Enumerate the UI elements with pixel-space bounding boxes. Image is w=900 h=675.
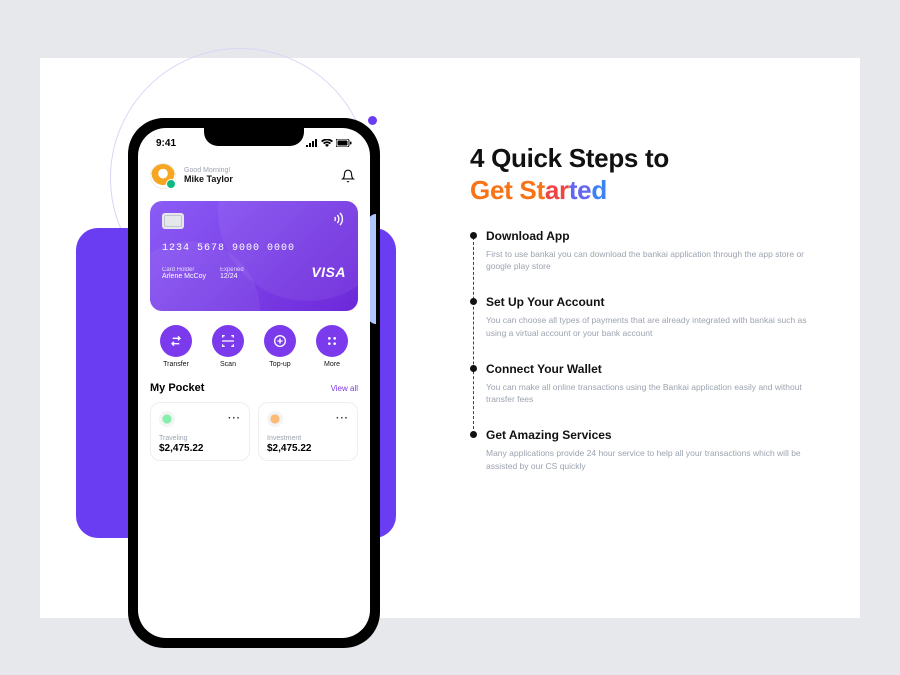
- card-chip-icon: [162, 213, 184, 229]
- card-number: 1234 5678 9000 0000: [162, 243, 346, 254]
- wifi-icon: [321, 139, 333, 147]
- app-header: Good Morning! Mike Taylor: [150, 163, 358, 189]
- pocket-card[interactable]: ··· Traveling $2,475.22: [150, 402, 250, 461]
- quick-actions: Transfer Scan Top-up More: [150, 325, 358, 368]
- step-item: Connect Your Wallet You can make all onl…: [486, 362, 810, 407]
- card-holder-value: Arlene McCoy: [162, 273, 206, 280]
- status-icons: [306, 139, 352, 147]
- cellular-icon: [306, 139, 318, 147]
- transfer-icon: [168, 333, 184, 349]
- landing-section: 9:41 Good Morning! Mike Taylor: [40, 58, 860, 618]
- username-text: Mike Taylor: [184, 174, 233, 184]
- step-item: Download App First to use bankai you can…: [486, 229, 810, 274]
- scan-icon: [220, 333, 236, 349]
- step-body: You can make all online transactions usi…: [486, 381, 810, 407]
- step-body: Many applications provide 24 hour servic…: [486, 447, 810, 473]
- notifications-button[interactable]: [338, 166, 358, 186]
- card-holder: Card Holder Arlene McCoy: [162, 267, 206, 280]
- step-item: Get Amazing Services Many applications p…: [486, 428, 810, 473]
- pocket-title: My Pocket: [150, 382, 204, 394]
- step-title: Get Amazing Services: [486, 428, 810, 442]
- step-title: Connect Your Wallet: [486, 362, 810, 376]
- phone-notch: [204, 128, 304, 146]
- action-more[interactable]: More: [308, 325, 356, 368]
- phone-showcase: 9:41 Good Morning! Mike Taylor: [80, 88, 440, 618]
- pocket-amount: $2,475.22: [159, 443, 241, 454]
- card-expiry-label: Experied: [220, 267, 244, 273]
- battery-icon: [336, 139, 352, 147]
- action-label: Transfer: [152, 361, 200, 368]
- action-label: Scan: [204, 361, 252, 368]
- pocket-icon: [159, 411, 175, 427]
- avatar[interactable]: [150, 163, 176, 189]
- pocket-more-button[interactable]: ···: [228, 413, 241, 424]
- action-label: Top-up: [256, 361, 304, 368]
- step-body: First to use bankai you can download the…: [486, 248, 810, 274]
- topup-icon: [272, 333, 288, 349]
- more-icon: [324, 333, 340, 349]
- step-item: Set Up Your Account You can choose all t…: [486, 295, 810, 340]
- greeting-text: Good Morning!: [184, 167, 233, 174]
- credit-card[interactable]: 1234 5678 9000 0000 Card Holder Arlene M…: [150, 201, 358, 311]
- title-line1: 4 Quick Steps to: [470, 143, 669, 173]
- pocket-more-button[interactable]: ···: [336, 413, 349, 424]
- pocket-list: ··· Traveling $2,475.22 ··· Investment $…: [150, 402, 358, 461]
- action-transfer[interactable]: Transfer: [152, 325, 200, 368]
- contactless-icon: [332, 211, 348, 232]
- steps-column: 4 Quick Steps to Get Started Download Ap…: [440, 88, 810, 618]
- card-expiry-value: 12/24: [220, 273, 244, 280]
- pocket-icon: [267, 411, 283, 427]
- pocket-viewall-link[interactable]: View all: [331, 384, 358, 393]
- card-meta: Card Holder Arlene McCoy Experied 12/24 …: [162, 264, 346, 280]
- pocket-header: My Pocket View all: [150, 382, 358, 394]
- greeting-block: Good Morning! Mike Taylor: [184, 167, 233, 184]
- step-body: You can choose all types of payments tha…: [486, 314, 810, 340]
- pocket-label: Traveling: [159, 435, 241, 442]
- decorative-dot: [368, 116, 377, 125]
- step-title: Download App: [486, 229, 810, 243]
- status-time: 9:41: [156, 138, 176, 149]
- action-scan[interactable]: Scan: [204, 325, 252, 368]
- action-topup[interactable]: Top-up: [256, 325, 304, 368]
- phone-frame: 9:41 Good Morning! Mike Taylor: [128, 118, 380, 648]
- card-expiry: Experied 12/24: [220, 267, 244, 280]
- bell-icon: [341, 169, 355, 183]
- pocket-card[interactable]: ··· Investment $2,475.22: [258, 402, 358, 461]
- pocket-label: Investment: [267, 435, 349, 442]
- phone-screen: 9:41 Good Morning! Mike Taylor: [138, 128, 370, 638]
- steps-timeline: Download App First to use bankai you can…: [470, 229, 810, 473]
- card-holder-label: Card Holder: [162, 267, 206, 273]
- title-line2: Get Started: [470, 175, 607, 205]
- card-brand: VISA: [311, 264, 346, 280]
- step-title: Set Up Your Account: [486, 295, 810, 309]
- section-title: 4 Quick Steps to Get Started: [470, 142, 810, 207]
- action-label: More: [308, 361, 356, 368]
- pocket-amount: $2,475.22: [267, 443, 349, 454]
